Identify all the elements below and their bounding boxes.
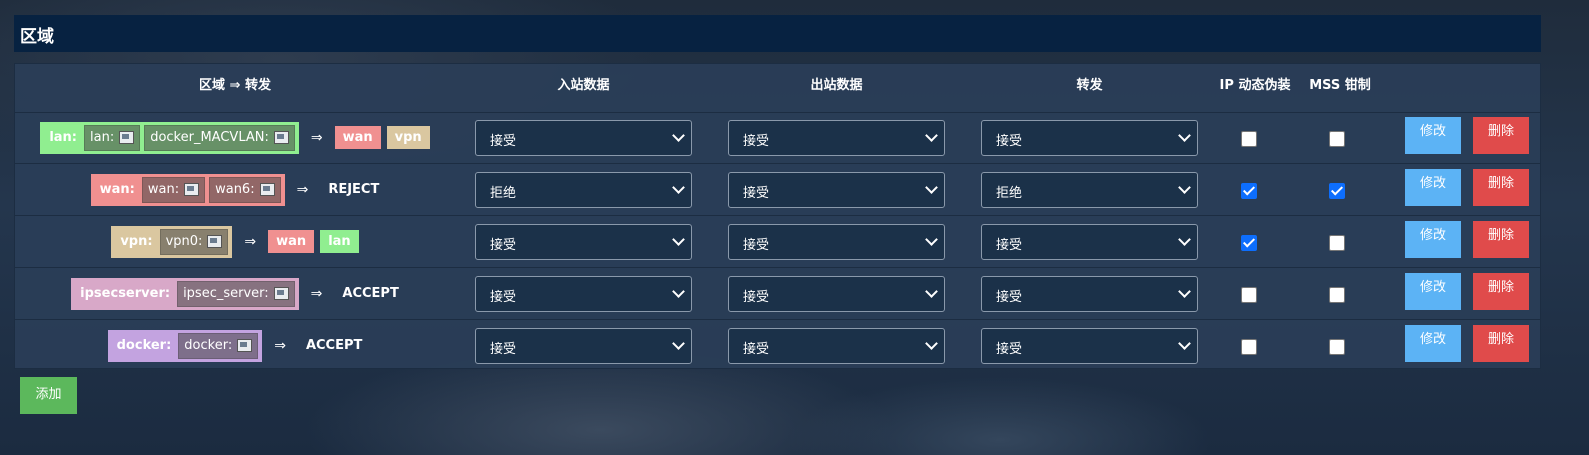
input-policy-select[interactable]: 接受 bbox=[475, 276, 692, 312]
chevron-down-icon bbox=[672, 181, 685, 194]
table-row: vpn: vpn0: ⇒ wan lan 接受 接受 接受 修改 删除 bbox=[15, 216, 1540, 268]
forward-arrow: ⇒ bbox=[296, 181, 309, 198]
chevron-down-icon bbox=[672, 129, 685, 142]
masquerade-checkbox[interactable] bbox=[1241, 287, 1257, 303]
forward-arrow: ⇒ bbox=[274, 337, 286, 354]
device-chip: lan: bbox=[84, 124, 141, 151]
target-zone-wan: wan bbox=[268, 230, 315, 253]
forward-arrow: ⇒ bbox=[310, 129, 323, 146]
zones-table: 区域 ⇒ 转发 入站数据 出站数据 转发 IP 动态伪装 MSS 钳制 lan:… bbox=[14, 63, 1541, 369]
mss-clamping-checkbox[interactable] bbox=[1329, 287, 1345, 303]
chevron-down-icon bbox=[925, 285, 938, 298]
network-device-icon bbox=[207, 235, 223, 248]
edit-button[interactable]: 修改 bbox=[1405, 221, 1461, 258]
zone-badge-docker: docker: docker: bbox=[107, 329, 263, 362]
delete-button[interactable]: 删除 bbox=[1473, 117, 1529, 154]
zone-badge-ipsecserver: ipsecserver: ipsec_server: bbox=[71, 277, 299, 310]
forward-policy-label: REJECT bbox=[328, 182, 380, 197]
mss-clamping-checkbox[interactable] bbox=[1329, 235, 1345, 251]
chevron-down-icon bbox=[925, 233, 938, 246]
network-device-icon bbox=[119, 131, 135, 144]
chevron-down-icon bbox=[1178, 181, 1191, 194]
section-title: 区域 bbox=[20, 27, 54, 47]
zone-badge-vpn: vpn: vpn0: bbox=[111, 225, 233, 258]
network-device-icon bbox=[273, 131, 289, 144]
forward-policy-label: ACCEPT bbox=[342, 286, 399, 301]
chevron-down-icon bbox=[925, 129, 938, 142]
zone-badge-lan: lan: lan: docker_MACVLAN: bbox=[40, 121, 299, 154]
network-device-icon bbox=[237, 339, 253, 352]
output-policy-select[interactable]: 接受 bbox=[728, 328, 945, 364]
masquerade-checkbox[interactable] bbox=[1241, 339, 1257, 355]
device-chip: vpn0: bbox=[159, 228, 229, 255]
chevron-down-icon bbox=[1178, 129, 1191, 142]
mss-clamping-checkbox[interactable] bbox=[1329, 183, 1345, 199]
chevron-down-icon bbox=[672, 337, 685, 350]
col-mss-clamping: MSS 钳制 bbox=[1309, 78, 1371, 93]
col-masquerade: IP 动态伪装 bbox=[1219, 78, 1291, 93]
device-chip: docker_MACVLAN: bbox=[144, 124, 295, 151]
forward-policy-select[interactable]: 接受 bbox=[981, 276, 1198, 312]
chevron-down-icon bbox=[1178, 233, 1191, 246]
forward-policy-label: ACCEPT bbox=[305, 338, 363, 353]
add-zone-button[interactable]: 添加 bbox=[20, 377, 77, 414]
col-input: 入站数据 bbox=[557, 78, 610, 93]
input-policy-select[interactable]: 接受 bbox=[475, 328, 692, 364]
input-policy-select[interactable]: 接受 bbox=[475, 120, 692, 156]
output-policy-select[interactable]: 接受 bbox=[728, 172, 945, 208]
col-zone-forward: 区域 ⇒ 转发 bbox=[199, 78, 271, 93]
col-forward: 转发 bbox=[1076, 78, 1103, 93]
output-policy-select[interactable]: 接受 bbox=[728, 224, 945, 260]
device-chip: wan6: bbox=[209, 176, 281, 203]
table-row: docker: docker: ⇒ ACCEPT 接受 接受 接受 修改 删除 bbox=[15, 320, 1540, 372]
mss-clamping-checkbox[interactable] bbox=[1329, 131, 1345, 147]
forward-arrow: ⇒ bbox=[244, 233, 257, 250]
chevron-down-icon bbox=[672, 233, 685, 246]
forward-policy-select[interactable]: 接受 bbox=[981, 224, 1198, 260]
chevron-down-icon bbox=[1178, 337, 1191, 350]
chevron-down-icon bbox=[925, 181, 938, 194]
edit-button[interactable]: 修改 bbox=[1405, 169, 1461, 206]
mss-clamping-checkbox[interactable] bbox=[1329, 339, 1345, 355]
masquerade-checkbox[interactable] bbox=[1241, 235, 1257, 251]
section-header: 区域 bbox=[14, 15, 1541, 52]
output-policy-select[interactable]: 接受 bbox=[728, 120, 945, 156]
target-zone-vpn: vpn bbox=[386, 126, 430, 149]
network-device-icon bbox=[184, 183, 200, 196]
chevron-down-icon bbox=[1178, 285, 1191, 298]
masquerade-checkbox[interactable] bbox=[1241, 131, 1257, 147]
network-device-icon bbox=[259, 183, 275, 196]
masquerade-checkbox[interactable] bbox=[1241, 183, 1257, 199]
network-device-icon bbox=[273, 287, 289, 300]
forward-policy-select[interactable]: 接受 bbox=[981, 328, 1198, 364]
edit-button[interactable]: 修改 bbox=[1405, 273, 1461, 310]
delete-button[interactable]: 删除 bbox=[1473, 169, 1529, 206]
device-chip: wan: bbox=[141, 176, 206, 203]
delete-button[interactable]: 删除 bbox=[1473, 221, 1529, 258]
forward-policy-select[interactable]: 拒绝 bbox=[981, 172, 1198, 208]
output-policy-select[interactable]: 接受 bbox=[728, 276, 945, 312]
forward-policy-select[interactable]: 接受 bbox=[981, 120, 1198, 156]
table-header: 区域 ⇒ 转发 入站数据 出站数据 转发 IP 动态伪装 MSS 钳制 bbox=[15, 64, 1540, 113]
device-chip: ipsec_server: bbox=[177, 280, 295, 307]
input-policy-select[interactable]: 接受 bbox=[475, 224, 692, 260]
edit-button[interactable]: 修改 bbox=[1405, 117, 1461, 154]
chevron-down-icon bbox=[672, 285, 685, 298]
delete-button[interactable]: 删除 bbox=[1473, 273, 1529, 310]
zone-badge-wan: wan: wan: wan6: bbox=[90, 173, 285, 206]
delete-button[interactable]: 删除 bbox=[1473, 325, 1529, 362]
target-zone-wan: wan bbox=[334, 126, 381, 149]
table-row: wan: wan: wan6: ⇒ REJECT 拒绝 接受 拒绝 修改 删除 bbox=[15, 164, 1540, 216]
forward-arrow: ⇒ bbox=[310, 285, 323, 302]
table-row: ipsecserver: ipsec_server: ⇒ ACCEPT 接受 接… bbox=[15, 268, 1540, 320]
edit-button[interactable]: 修改 bbox=[1405, 325, 1461, 362]
table-row: lan: lan: docker_MACVLAN: ⇒ wan vpn 接受 接… bbox=[15, 112, 1540, 164]
target-zone-lan: lan bbox=[320, 230, 359, 253]
chevron-down-icon bbox=[925, 337, 938, 350]
input-policy-select[interactable]: 拒绝 bbox=[475, 172, 692, 208]
device-chip: docker: bbox=[178, 332, 259, 359]
col-output: 出站数据 bbox=[810, 78, 863, 93]
